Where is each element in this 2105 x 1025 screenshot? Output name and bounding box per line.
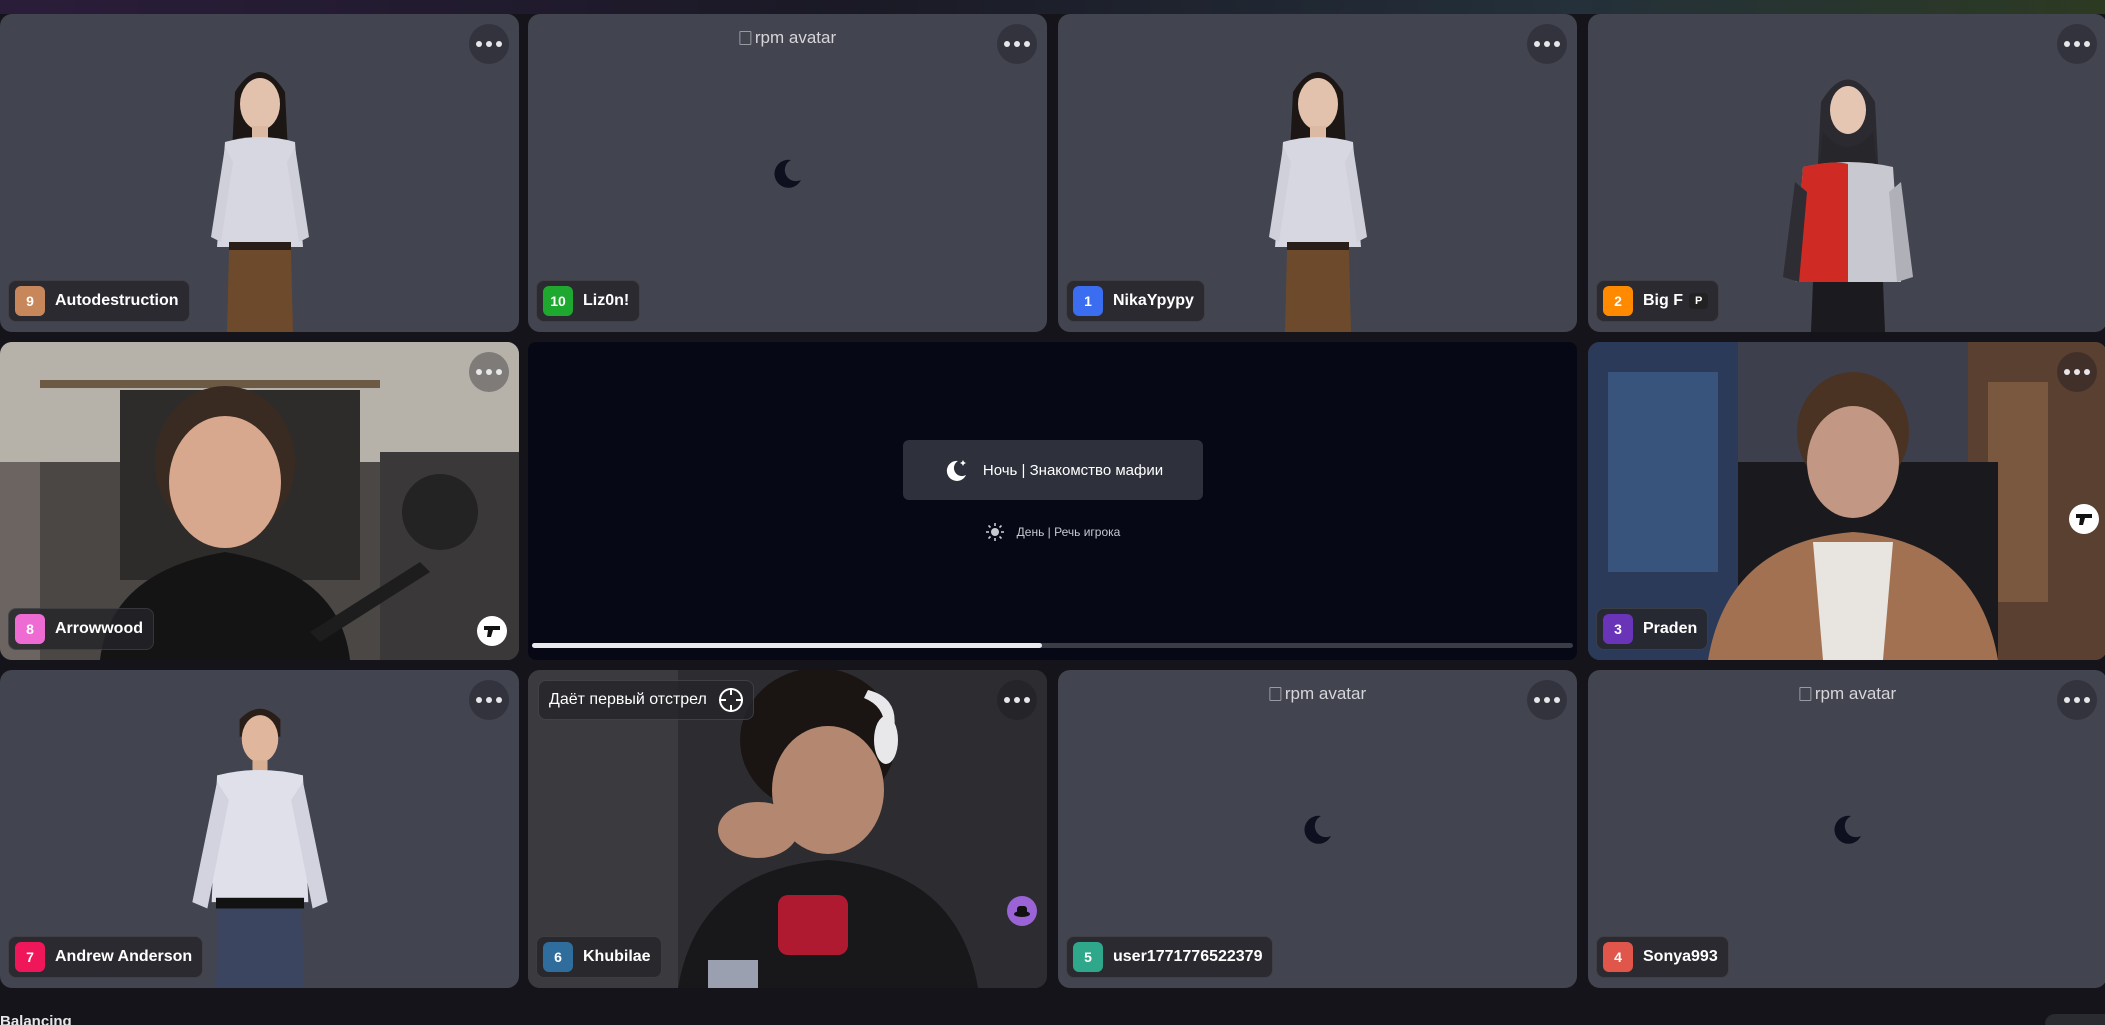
player-name: Sonya993	[1643, 948, 1718, 965]
footer-label: Balancing	[0, 1013, 72, 1025]
player-tile-2[interactable]: 2 Big F P	[1588, 14, 2105, 332]
player-name: Arrowwood	[55, 620, 143, 637]
next-phase-label: День | Речь игрока	[1016, 525, 1121, 539]
broken-image-icon	[1268, 687, 1281, 701]
avatar-figure-female	[1268, 72, 1367, 332]
player-number: 1	[1073, 286, 1103, 316]
more-options-button[interactable]	[469, 24, 509, 64]
player-name: NikaYpypy	[1113, 292, 1194, 309]
player-name: Khubilae	[583, 948, 651, 965]
avatar-figure-hooded	[1782, 79, 1913, 332]
player-number: 9	[15, 286, 45, 316]
avatar-alt-text: rpm avatar	[1814, 684, 1897, 703]
player-nametag: 6 Khubilae	[536, 936, 662, 978]
phase-progress-fill	[532, 643, 1043, 648]
player-tile-8[interactable]: 8 Arrowwood	[0, 342, 519, 660]
player-nametag: 9 Autodestruction	[8, 280, 190, 322]
footer-button[interactable]	[2045, 1014, 2105, 1025]
player-number: 7	[15, 942, 45, 972]
player-number: 5	[1073, 942, 1103, 972]
avatar-figure-female	[210, 72, 309, 332]
player-number: 3	[1603, 614, 1633, 644]
player-name: user1771776522379	[1113, 948, 1263, 965]
broken-avatar-image: rpm avatar	[1268, 684, 1367, 704]
game-phase-panel: Ночь | Знакомство мафии День | Речь игро…	[528, 342, 1577, 660]
more-options-button[interactable]	[997, 24, 1037, 64]
player-tile-7[interactable]: 7 Andrew Anderson	[0, 670, 519, 988]
role-badge: P	[1689, 293, 1709, 309]
player-tile-6[interactable]: Даёт первый отстрел 6 Khubilae	[528, 670, 1047, 988]
next-phase: День | Речь игрока	[528, 522, 1577, 542]
player-number: 2	[1603, 286, 1633, 316]
moon-icon	[1833, 815, 1861, 844]
player-nametag: 4 Sonya993	[1596, 936, 1729, 978]
player-tile-3[interactable]: 3 Praden	[1588, 342, 2105, 660]
broken-avatar-image: rpm avatar	[738, 28, 837, 48]
moon-icon	[1303, 815, 1331, 844]
avatar-alt-text: rpm avatar	[1284, 684, 1367, 703]
moon-icon	[773, 159, 801, 188]
player-name: Autodestruction	[55, 292, 179, 309]
player-name: Praden	[1643, 620, 1698, 637]
more-options-button[interactable]	[469, 352, 509, 392]
top-bar	[0, 0, 2105, 14]
more-options-button[interactable]	[469, 680, 509, 720]
player-nametag: 2 Big F P	[1596, 280, 1720, 322]
player-nametag: 7 Andrew Anderson	[8, 936, 204, 978]
player-number: 4	[1603, 942, 1633, 972]
broken-image-icon	[738, 31, 751, 45]
player-tile-10[interactable]: rpm avatar 10 Liz0n!	[528, 14, 1047, 332]
player-nametag: 3 Praden	[1596, 608, 1709, 650]
player-number: 8	[15, 614, 45, 644]
more-options-button[interactable]	[2057, 24, 2097, 64]
more-options-button[interactable]	[997, 680, 1037, 720]
hat-icon	[1007, 896, 1037, 926]
more-options-button[interactable]	[2057, 352, 2097, 392]
moon-stars-icon	[946, 460, 966, 481]
sun-icon	[985, 523, 1004, 541]
broken-avatar-image: rpm avatar	[1798, 684, 1897, 704]
player-tile-4[interactable]: rpm avatar 4 Sonya993	[1588, 670, 2105, 988]
player-tile-1[interactable]: 1 NikaYpypy	[1058, 14, 1577, 332]
current-phase: Ночь | Знакомство мафии	[903, 440, 1203, 500]
crosshair-icon	[718, 688, 743, 712]
gun-icon	[2069, 504, 2099, 534]
current-phase-label: Ночь | Знакомство мафии	[982, 461, 1164, 479]
player-number: 10	[543, 286, 573, 316]
first-shot-tag: Даёт первый отстрел	[538, 680, 754, 720]
player-nametag: 5 user1771776522379	[1066, 936, 1274, 978]
more-options-button[interactable]	[2057, 680, 2097, 720]
gun-icon	[477, 616, 507, 646]
player-tile-5[interactable]: rpm avatar 5 user1771776522379	[1058, 670, 1577, 988]
more-options-button[interactable]	[1527, 680, 1567, 720]
more-options-button[interactable]	[1527, 24, 1567, 64]
player-nametag: 10 Liz0n!	[536, 280, 641, 322]
broken-image-icon	[1798, 687, 1811, 701]
player-name: Liz0n!	[583, 292, 630, 309]
player-number: 6	[543, 942, 573, 972]
avatar-alt-text: rpm avatar	[754, 28, 837, 47]
first-shot-label: Даёт первый отстрел	[549, 691, 707, 708]
player-nametag: 1 NikaYpypy	[1066, 280, 1205, 322]
player-name: Big F	[1643, 292, 1683, 309]
player-tile-9[interactable]: 9 Autodestruction	[0, 14, 519, 332]
phase-progress-bar	[532, 643, 1573, 648]
player-name: Andrew Anderson	[55, 948, 193, 965]
player-nametag: 8 Arrowwood	[8, 608, 154, 650]
